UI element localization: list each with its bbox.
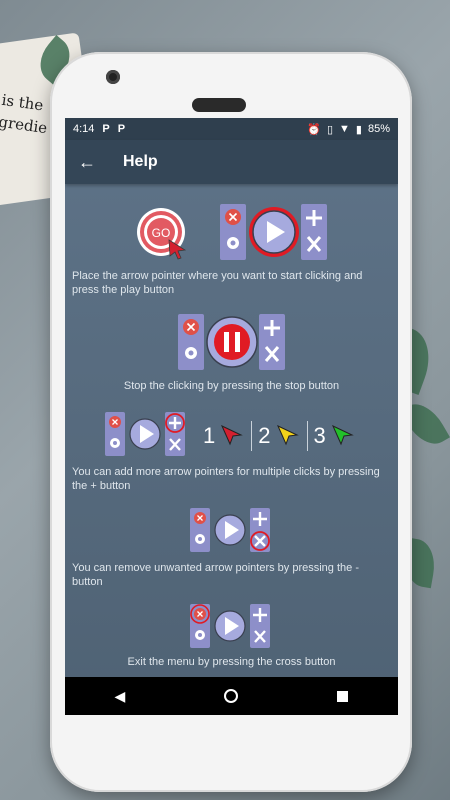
go-label: GO <box>152 226 171 240</box>
nav-recents-button[interactable] <box>337 690 349 702</box>
screen: 4:14 P P ⏰ ▯ ▼ ▮ 85% ← Help GO Place the… <box>65 118 398 715</box>
help-caption: Place the arrow pointer where you want t… <box>72 270 363 296</box>
control-panel-remove <box>190 508 270 552</box>
wifi-icon: ▼ <box>339 123 350 135</box>
help-caption: You can add more arrow pointers for mult… <box>72 466 380 492</box>
pointer-red-icon <box>221 424 244 446</box>
status-bar: 4:14 P P ⏰ ▯ ▼ ▮ 85% <box>65 118 398 140</box>
notification-icon: P <box>102 123 110 135</box>
page-title: Help <box>123 153 158 170</box>
pointer-number: 1 <box>203 423 216 448</box>
help-caption: Exit the menu by pressing the cross butt… <box>127 656 336 668</box>
go-target-icon: GO <box>137 208 187 260</box>
back-arrow-icon: ← <box>78 151 96 172</box>
vibrate-icon: ▯ <box>326 123 334 136</box>
control-panel-add <box>105 412 185 456</box>
control-panel-play <box>220 204 327 260</box>
battery-icon: ▮ <box>355 123 362 136</box>
help-content: GO Place the arrow pointer where you wan… <box>65 184 398 694</box>
notification-icon: P <box>117 123 126 135</box>
battery-level: 85% <box>367 123 390 135</box>
back-button[interactable]: ← <box>65 140 109 184</box>
navigation-bar: ◀ <box>65 677 398 715</box>
background-paper-text: is the gredie <box>0 90 49 138</box>
pointer-number: 3 <box>313 423 326 448</box>
control-panel-stop <box>178 314 285 370</box>
pointer-list: 1 2 3 <box>203 416 363 456</box>
help-caption: You can remove unwanted arrow pointers b… <box>72 562 359 588</box>
status-time: 4:14 <box>73 123 95 135</box>
pointer-number: 2 <box>258 423 271 448</box>
divider <box>306 421 308 451</box>
help-caption: Stop the clicking by pressing the stop b… <box>123 380 340 392</box>
pointer-yellow-icon <box>276 424 299 446</box>
speaker <box>192 98 246 112</box>
control-panel-exit <box>190 604 270 648</box>
pointer-green-icon <box>331 424 354 446</box>
divider <box>251 421 253 451</box>
nav-home-button[interactable] <box>224 689 239 703</box>
app-bar: ← Help <box>65 140 398 184</box>
alarm-icon: ⏰ <box>307 123 321 136</box>
nav-back-button[interactable]: ◀ <box>115 688 126 705</box>
camera <box>106 70 120 84</box>
